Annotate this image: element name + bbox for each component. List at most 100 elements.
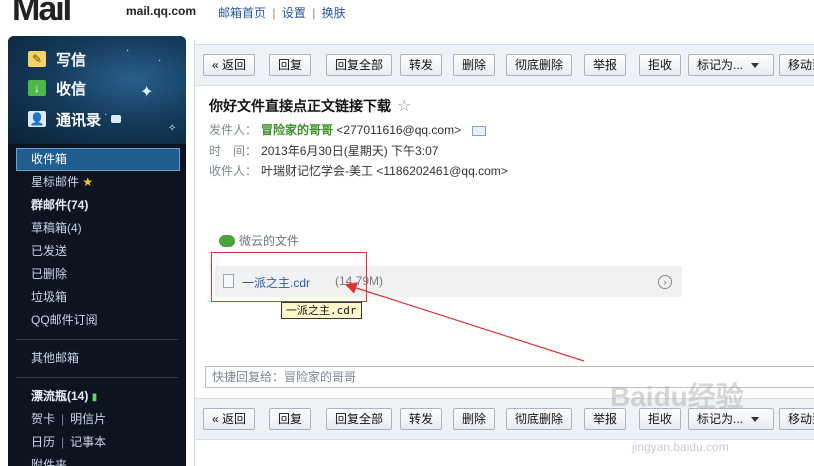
star-icon: ★ (82, 175, 94, 189)
folder-other-mailboxes[interactable]: 其他邮箱 (8, 347, 186, 370)
compose-button[interactable]: ✎ 写信 (28, 48, 86, 70)
sender-name[interactable]: 冒险家的哥哥 (261, 123, 333, 137)
chevron-down-icon (751, 63, 760, 69)
delete-permanently-button[interactable]: 彻底删除 (506, 54, 573, 76)
nav-mail-home[interactable]: 邮箱首页 (218, 6, 266, 20)
folder-label: 垃圾箱 (31, 290, 68, 304)
folder-label: 星标邮件 (31, 175, 80, 189)
contacts-button[interactable]: 👤 通讯录 (28, 108, 122, 130)
nav-change-skin[interactable]: 换肤 (322, 6, 346, 20)
folder-label: 群邮件(74) (31, 198, 89, 212)
star-icon[interactable]: ☆ (397, 98, 411, 115)
sender-address: <277011616@qq.com> (336, 123, 462, 137)
reply-all-button[interactable]: 回复全部 (326, 54, 393, 76)
qq-mail-window: MaiI mail.qq.com 邮箱首页 | 设置 | 换肤 ✦ · · ✧ … (0, 0, 814, 466)
sparkle-icon: · (126, 45, 130, 56)
folder-label: 收件箱 (31, 152, 68, 166)
folder-label: 漂流瓶(14) (31, 389, 89, 403)
mark-as-dropdown[interactable]: 标记为... (688, 54, 774, 76)
time-value: 2013年6月30日(星期天) 下午3:07 (261, 144, 439, 158)
weiyun-cloud-icon (219, 234, 235, 247)
sparkle-icon: ✦ (140, 84, 154, 101)
folder-label: 附件夹 (31, 458, 68, 466)
sender-key: 发件人： (209, 123, 258, 137)
contacts-icon: 👤 (28, 111, 46, 127)
compose-label: 写信 (56, 51, 87, 69)
calendar-link[interactable]: 日历 (31, 435, 55, 449)
reply-all-button[interactable]: 回复全部 (326, 408, 393, 430)
move-to-dropdown[interactable]: 移动到 (779, 54, 814, 76)
filename-tooltip: 一派之主.cdr (281, 302, 362, 319)
recipient-name[interactable]: 叶瑞财记忆学会-美工 (261, 164, 373, 178)
folder-group-mail[interactable]: 群邮件(74) (8, 194, 186, 217)
folder-deleted[interactable]: 已删除 (8, 263, 186, 286)
chevron-down-icon (751, 417, 760, 423)
weiyun-section-label: 微云的文件 (219, 232, 299, 249)
folder-list: 收件箱 星标邮件 ★ 群邮件(74) 草稿箱(4) 已发送 已删除 垃圾箱 QQ… (8, 148, 186, 466)
folder-inbox[interactable]: 收件箱 (16, 148, 180, 171)
delete-button[interactable]: 删除 (453, 54, 496, 76)
greeting-card-link[interactable]: 贺卡 (31, 412, 55, 426)
sender-row: 发件人： 冒险家的哥哥 <277011616@qq.com> (209, 121, 487, 138)
folder-drafts[interactable]: 草稿箱(4) (8, 217, 186, 240)
sparkle-icon: ✧ (168, 123, 177, 134)
reject-button[interactable]: 拒收 (639, 54, 682, 76)
folder-starred[interactable]: 星标邮件 ★ (8, 171, 186, 194)
contact-card-icon[interactable] (472, 125, 487, 136)
nav-settings[interactable]: 设置 (282, 6, 306, 20)
folder-misc-row: 日历 | 记事本 (8, 431, 186, 454)
folder-subscriptions[interactable]: QQ邮件订阅 (8, 309, 186, 332)
arrow-right-circle-icon[interactable]: › (658, 275, 672, 289)
logo-domain: mail.qq.com (126, 4, 197, 18)
recipient-key: 收件人： (209, 164, 258, 178)
nav-separator: | (312, 6, 316, 20)
folder-spam[interactable]: 垃圾箱 (8, 286, 186, 309)
time-key: 时 间： (209, 144, 258, 158)
top-header: MaiI mail.qq.com 邮箱首页 | 设置 | 换肤 (0, 0, 814, 34)
folder-sent[interactable]: 已发送 (8, 240, 186, 263)
postcard-link[interactable]: 明信片 (70, 412, 106, 426)
logo[interactable]: MaiI (12, 0, 72, 29)
folder-label: 其他邮箱 (31, 351, 80, 365)
forward-button[interactable]: 转发 (400, 54, 443, 76)
separator: | (61, 435, 65, 449)
folder-label: 已删除 (31, 267, 68, 281)
back-button[interactable]: « 返回 (203, 408, 256, 430)
back-button[interactable]: « 返回 (203, 54, 256, 76)
email-subject: 你好文件直接点正文链接下载 ☆ (209, 96, 411, 116)
move-to-dropdown[interactable]: 移动到 (779, 408, 814, 430)
separator: | (61, 412, 65, 426)
folder-drift-bottle[interactable]: 漂流瓶(14) ▮ (8, 385, 186, 408)
top-toolbar: « 返回 回复 回复全部 转发 删除 彻底删除 举报 拒收 标记为... 移动到 (195, 44, 814, 86)
forward-button[interactable]: 转发 (400, 408, 443, 430)
nav-separator: | (272, 6, 276, 20)
time-row: 时 间： 2013年6月30日(星期天) 下午3:07 (209, 142, 438, 159)
notepad-link[interactable]: 记事本 (70, 435, 106, 449)
sidebar: ✦ · · ✧ · ✎ 写信 ↓ 收信 👤 通讯录 收件箱 星标邮件 ★ 群邮件… (8, 36, 186, 466)
folder-misc-row: 贺卡 | 明信片 (8, 408, 186, 431)
pencil-icon: ✎ (28, 51, 46, 67)
recipient-row: 收件人： 叶瑞财记忆学会-美工 <1186202461@qq.com> (209, 162, 508, 179)
receive-button[interactable]: ↓ 收信 (28, 77, 86, 99)
folder-label: 草稿箱(4) (31, 221, 82, 235)
baidu-watermark-url: jingyan.baidu.com (632, 440, 729, 454)
divider (16, 377, 178, 378)
folder-label: 已发送 (31, 244, 68, 258)
download-icon: ↓ (28, 80, 46, 96)
report-button[interactable]: 举报 (584, 54, 627, 76)
folder-label: QQ邮件订阅 (31, 313, 98, 327)
receive-label: 收信 (56, 80, 87, 98)
reply-button[interactable]: 回复 (269, 54, 312, 76)
annotation-highlight-box (211, 252, 367, 302)
subject-text: 你好文件直接点正文链接下载 (209, 98, 391, 114)
contacts-label: 通讯录 (56, 111, 102, 129)
delete-button[interactable]: 删除 (453, 408, 496, 430)
delete-permanently-button[interactable]: 彻底删除 (506, 408, 573, 430)
folder-attachments[interactable]: 附件夹 (8, 454, 186, 466)
sparkle-icon: · (158, 55, 162, 66)
divider (16, 339, 178, 340)
chat-bubble-icon[interactable] (111, 115, 122, 123)
baidu-watermark: Baidu经验 (610, 381, 744, 412)
reply-button[interactable]: 回复 (269, 408, 312, 430)
top-nav: 邮箱首页 | 设置 | 换肤 (218, 4, 346, 21)
